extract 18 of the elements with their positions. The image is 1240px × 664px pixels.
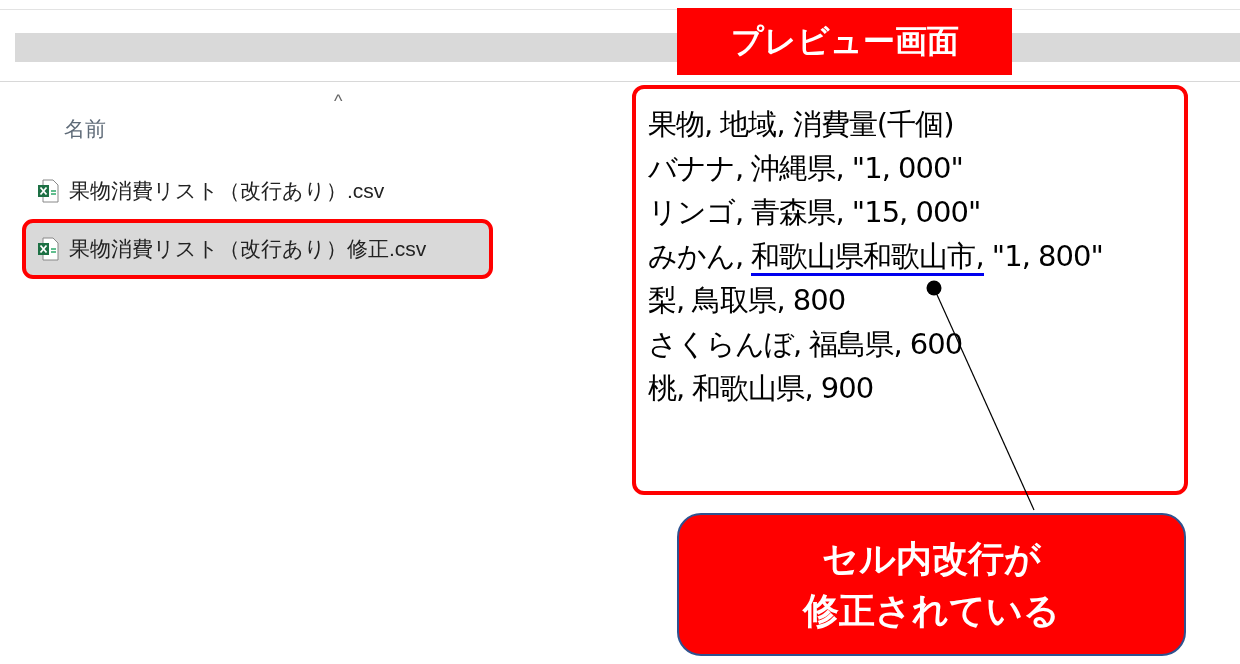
file-row[interactable]: 果物消費リスト（改行あり）修正.csv [25,222,490,276]
address-bar[interactable] [15,33,677,62]
callout-text: セル内改行が [822,536,1041,581]
column-header[interactable]: 名前 [64,114,106,144]
preview-line: 果物, 地域, 消費量(千個) [648,106,955,143]
preview-line: リンゴ, 青森県, "15, 000" [648,194,982,231]
search-bar[interactable] [1012,33,1240,62]
annotation-label: プレビュー画面 [677,8,1012,75]
file-row[interactable]: 果物消費リスト（改行あり）.csv [0,164,615,218]
preview-line: みかん, 和歌山県和歌山市, "1, 800" [648,234,1240,278]
preview-line: バナナ, 沖縄県, "1, 000" [648,150,964,187]
spreadsheet-file-icon [37,237,59,261]
preview-line: 桃, 和歌山県, 900 [648,370,875,407]
sort-caret-icon[interactable]: ^ [334,94,343,108]
callout-text: 修正されている [803,588,1060,633]
spreadsheet-file-icon [37,179,59,203]
preview-line: さくらんぼ, 福島県, 600 [648,326,964,363]
preview-line: 梨, 鳥取県, 800 [648,282,847,319]
